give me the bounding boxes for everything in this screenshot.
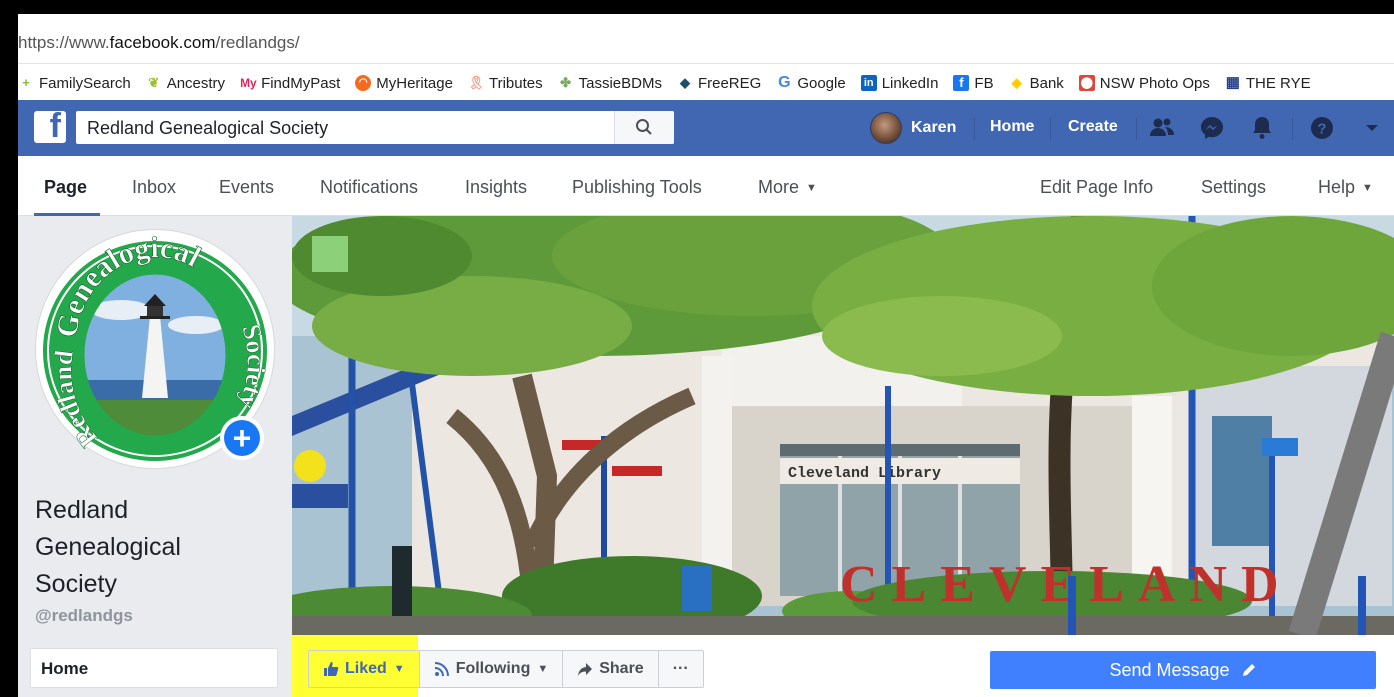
more-options-button[interactable]: ··· [659,651,703,687]
account-menu-caret-icon[interactable] [1358,114,1386,142]
linkedin-icon: in [860,75,877,91]
header-divider [1050,118,1051,140]
left-nav-home[interactable]: Home [30,648,278,688]
cleveland-letters-sculpture: CLEVELAND [840,556,1293,613]
bookmark-familysearch[interactable]: + FamilySearch [18,75,131,92]
share-button[interactable]: Share [563,651,659,687]
search-input-value: Redland Genealogical Society [87,118,329,138]
avatar [870,112,902,144]
tab-notifications[interactable]: Notifications [320,177,418,198]
bank-diamond-icon: ◆ [1011,75,1022,90]
chevron-down-icon: ▼ [537,663,549,675]
rss-follow-icon [434,662,449,677]
bookmark-linkedin[interactable]: in LinkedIn [860,75,938,92]
thumbs-up-icon [324,662,339,676]
chevron-down-icon: ▼ [1362,182,1373,194]
url-text[interactable]: https://www.facebook.com/redlandgs/ [18,33,300,53]
findmypast-icon: My [240,76,257,90]
bookmark-fb[interactable]: f FB [953,75,994,92]
page-actions-group: Liked ▼ Following ▼ Share ··· [308,650,704,688]
edit-page-info-link[interactable]: Edit Page Info [1040,177,1153,198]
url-domain: facebook.com [109,33,216,52]
tab-events[interactable]: Events [219,177,274,198]
search-button[interactable] [614,111,674,144]
left-sidebar: Genealogical Redland Society + Redland G… [18,216,292,697]
tab-page[interactable]: Page [44,177,87,198]
chevron-down-icon: ▼ [806,182,817,194]
share-arrow-icon [578,663,593,676]
bookmark-google[interactable]: G Google [776,74,846,92]
bookmark-tributes[interactable]: 🎗 Tributes [468,75,543,92]
tab-insights[interactable]: Insights [465,177,527,198]
bookmark-myheritage[interactable]: ◠ MyHeritage [355,75,453,92]
chevron-down-icon: ▼ [393,663,405,675]
page-username[interactable]: @redlandgs [35,606,133,626]
header-divider [974,118,975,140]
map-pin-icon: ⬤ [1078,75,1095,91]
messenger-icon[interactable] [1198,114,1226,142]
page-name[interactable]: Redland Genealogical Society [35,492,285,603]
facebook-header: f Redland Genealogical Society Karen Hom… [18,100,1394,156]
header-create-link[interactable]: Create [1068,118,1118,136]
add-photo-button[interactable]: + [220,416,264,460]
page-admin-nav: Page Inbox Events Notifications Insights… [18,156,1394,216]
tab-inbox[interactable]: Inbox [132,177,176,198]
ancestry-leaf-icon: ❦ [148,75,160,90]
search-input[interactable]: Redland Genealogical Society [76,111,674,144]
url-prefix: https://www. [18,33,110,52]
header-divider [1292,118,1293,140]
liked-button[interactable]: Liked ▼ [309,651,420,687]
notifications-bell-icon[interactable] [1248,114,1276,142]
freereg-icon: ◆ [679,75,690,90]
cover-photo[interactable]: Cleveland Library CLEVELAND [292,216,1394,635]
svg-text:?: ? [1317,121,1326,138]
grid-icon: ▦ [1225,74,1240,91]
bookmark-the-rye[interactable]: ▦ THE RYE [1225,75,1311,92]
screen-frame-left [0,0,18,697]
cover-image-cleveland-library: Cleveland Library CLEVELAND [292,216,1394,635]
bookmark-nsw-photo-ops[interactable]: ⬤ NSW Photo Ops [1078,75,1210,92]
myheritage-icon: ◠ [355,75,372,91]
tab-publishing-tools[interactable]: Publishing Tools [572,177,702,198]
help-menu[interactable]: Help ▼ [1318,177,1373,198]
send-message-button[interactable]: Send Message [990,651,1376,689]
familysearch-icon: + [22,75,30,90]
tab-more[interactable]: More ▼ [758,177,817,198]
bookmark-ancestry[interactable]: ❦ Ancestry [146,75,225,92]
profile-shortcut[interactable]: Karen [870,112,956,144]
header-divider [1136,118,1137,140]
tassiebdms-icon: ✤ [560,75,572,90]
facebook-logo-icon[interactable]: f [34,107,66,145]
bookmark-tassiebdms[interactable]: ✤ TassieBDMs [558,75,662,92]
screen-frame-top [0,0,1394,14]
url-path: /redlandgs/ [215,33,300,52]
bookmark-freereg[interactable]: ◆ FreeREG [677,75,761,92]
library-sign-text: Cleveland Library [788,465,941,482]
plus-icon: + [224,420,260,456]
search-icon [636,119,652,135]
help-question-icon[interactable]: ? [1308,114,1336,142]
friend-requests-icon[interactable] [1148,114,1176,142]
page-action-bar: Liked ▼ Following ▼ Share ··· Send Messa… [292,635,1394,697]
address-bar[interactable]: https://www.facebook.com/redlandgs/ [18,24,1394,64]
following-button[interactable]: Following ▼ [420,651,564,687]
facebook-icon: f [953,75,970,91]
bookmark-findmypast[interactable]: My FindMyPast [240,75,340,92]
more-dots-icon: ··· [672,660,689,677]
bookmark-bank[interactable]: ◆ Bank [1009,75,1064,92]
header-home-link[interactable]: Home [990,118,1034,136]
google-icon: G [778,74,791,91]
settings-link[interactable]: Settings [1201,177,1266,198]
tributes-ribbon-icon: 🎗 [467,75,485,90]
user-name: Karen [911,119,957,136]
pencil-icon [1242,664,1255,676]
bookmarks-bar: + FamilySearch ❦ Ancestry My FindMyPast ◠ My… [18,66,1394,100]
